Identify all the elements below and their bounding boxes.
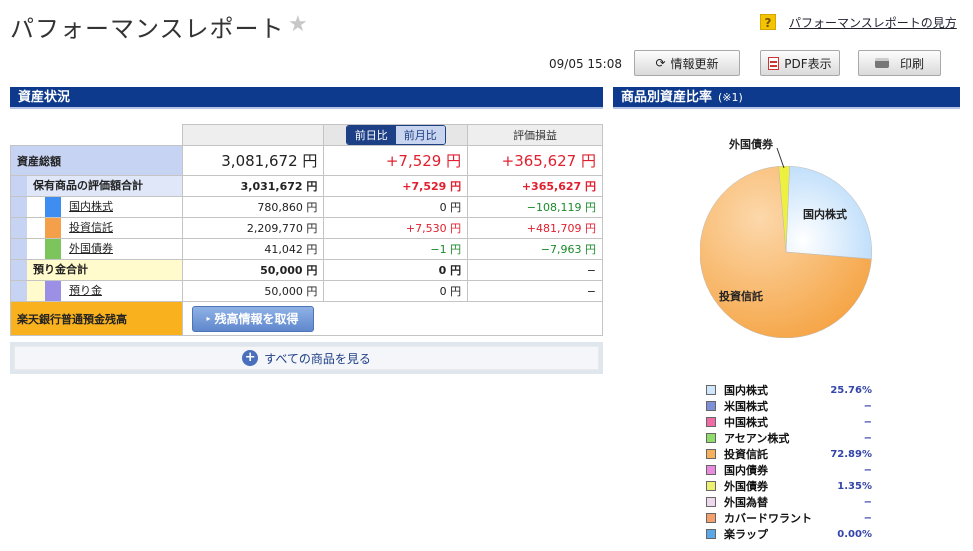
comparison-tabs: 前日比 前月比 [345, 125, 446, 145]
legend-name: 国内債券 [724, 464, 768, 477]
pdf-icon [768, 56, 780, 70]
row-value: 2,209,770 円 [181, 217, 325, 239]
legend-item: 投資信託 72.89% [706, 446, 872, 462]
asset-ratio-header: 商品別資産比率 (※1) [613, 87, 960, 109]
legend-percent: − [863, 432, 872, 444]
star-icon[interactable]: ★ [288, 12, 308, 37]
row-pl: −7,963 円 [467, 238, 603, 260]
row-label-fund[interactable]: 投資信託 [61, 221, 113, 234]
legend-name: 投資信託 [724, 448, 768, 461]
total-pl: +365,627 円 [467, 145, 603, 176]
legend-swatch [706, 433, 716, 443]
row-change: 0 円 [323, 280, 469, 302]
legend-percent: 1.35% [837, 480, 872, 492]
pie-label-foreign-bond: 外国債券 [729, 138, 773, 151]
total-label: 資産総額 [10, 145, 183, 176]
legend-percent: − [863, 400, 872, 412]
update-timestamp: 09/05 15:08 [549, 57, 622, 71]
legend-percent: 72.89% [830, 448, 872, 460]
arrow-right-icon: ▸ [206, 314, 211, 323]
row-value: 780,860 円 [181, 196, 325, 218]
help-link[interactable]: パフォーマンスレポートの見方 [789, 14, 957, 31]
legend-percent: − [863, 464, 872, 476]
ratio-legend: 国内株式 25.76% 米国株式 − 中国株式 − アセアン株式 − 投資信託 72.89% 国内債… [706, 382, 872, 542]
pie-label-domestic-stock: 国内株式 [803, 208, 847, 221]
legend-swatch [706, 417, 716, 427]
tab-month[interactable]: 前月比 [395, 126, 445, 144]
see-all-products-bar: + すべての商品を見る [10, 342, 603, 374]
legend-name: 外国為替 [724, 496, 768, 509]
deposit-total-label: 預り金合計 [33, 263, 88, 276]
deposit-total-pl: − [467, 259, 603, 281]
refresh-icon: ⟳ [655, 56, 666, 70]
legend-item: 中国株式 − [706, 414, 872, 430]
see-all-products-button[interactable]: + すべての商品を見る [14, 346, 599, 370]
page-title: パフォーマンスレポート [10, 15, 285, 43]
legend-swatch [706, 449, 716, 459]
asset-table: 前日比 前月比 評価損益 資産総額 3,081,672 円 +7,529 円 +… [10, 124, 604, 336]
row-change: 0 円 [323, 196, 469, 218]
print-button[interactable]: 印刷 [858, 50, 941, 76]
printer-icon [874, 58, 889, 68]
holdings-change: +7,529 円 [323, 175, 469, 197]
legend-swatch [706, 465, 716, 475]
row-label-domestic-stock[interactable]: 国内株式 [61, 200, 113, 213]
row-change: +7,530 円 [323, 217, 469, 239]
total-value: 3,081,672 円 [181, 145, 325, 176]
holdings-value: 3,031,672 円 [181, 175, 325, 197]
row-value: 50,000 円 [181, 280, 325, 302]
legend-item: 外国為替 − [706, 494, 872, 510]
legend-name: アセアン株式 [724, 432, 790, 445]
row-change: −1 円 [323, 238, 469, 260]
total-change: +7,529 円 [323, 145, 469, 176]
asset-status-header: 資産状況 [10, 87, 603, 109]
legend-swatch [706, 481, 716, 491]
pie-label-fund: 投資信託 [719, 290, 763, 303]
legend-item: 外国債券 1.35% [706, 478, 872, 494]
legend-item: 国内債券 − [706, 462, 872, 478]
bank-balance-label: 楽天銀行普通預金残高 [10, 301, 183, 336]
refresh-button[interactable]: ⟳ 情報更新 [634, 50, 740, 76]
row-value: 41,042 円 [181, 238, 325, 260]
col-pl-header: 評価損益 [467, 124, 603, 146]
legend-item: 楽ラップ 0.00% [706, 526, 872, 542]
legend-percent: 0.00% [837, 528, 872, 540]
legend-item: アセアン株式 − [706, 430, 872, 446]
legend-item: カバードワラント − [706, 510, 872, 526]
legend-name: 中国株式 [724, 416, 768, 429]
legend-swatch [706, 385, 716, 395]
legend-item: 米国株式 − [706, 398, 872, 414]
legend-name: 米国株式 [724, 400, 768, 413]
legend-percent: − [863, 496, 872, 508]
legend-percent: − [863, 512, 872, 524]
row-pl: −108,119 円 [467, 196, 603, 218]
legend-swatch [706, 497, 716, 507]
deposit-total-value: 50,000 円 [181, 259, 325, 281]
row-pl: +481,709 円 [467, 217, 603, 239]
legend-name: 国内株式 [724, 384, 768, 397]
row-pl: − [467, 280, 603, 302]
holdings-label: 保有商品の評価額合計 [33, 179, 143, 192]
asset-ratio-pie-chart [700, 166, 872, 338]
tab-day[interactable]: 前日比 [346, 126, 396, 144]
legend-swatch [706, 513, 716, 523]
holdings-pl: +365,627 円 [467, 175, 603, 197]
legend-name: 外国債券 [724, 480, 768, 493]
get-balance-button[interactable]: ▸ 残高情報を取得 [191, 305, 314, 332]
legend-name: カバードワラント [724, 512, 812, 525]
legend-percent: 25.76% [830, 384, 872, 396]
help-icon[interactable]: ? [760, 14, 776, 30]
legend-percent: − [863, 416, 872, 428]
deposit-total-change: 0 円 [323, 259, 469, 281]
legend-swatch [706, 401, 716, 411]
legend-item: 国内株式 25.76% [706, 382, 872, 398]
plus-circle-icon: + [242, 350, 259, 366]
row-label-deposit[interactable]: 預り金 [61, 284, 102, 297]
legend-swatch [706, 529, 716, 539]
pdf-button[interactable]: PDF表示 [760, 50, 840, 76]
row-label-foreign-bond[interactable]: 外国債券 [61, 242, 113, 255]
legend-name: 楽ラップ [724, 528, 768, 541]
